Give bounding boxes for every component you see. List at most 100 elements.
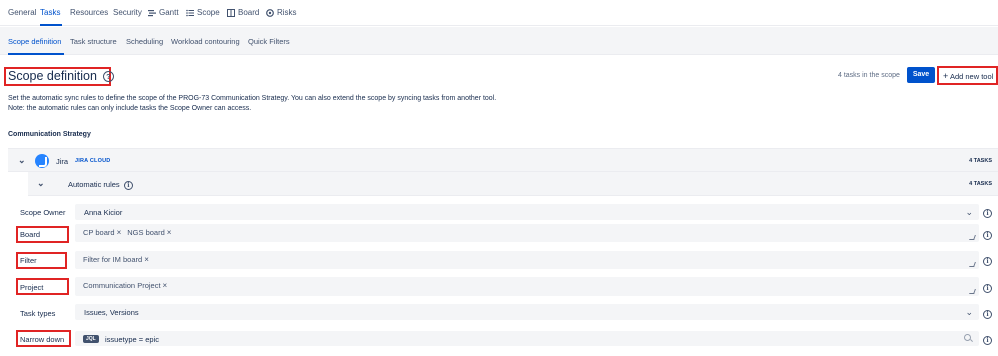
scope-owner-value: Anna Kicior bbox=[84, 208, 123, 217]
task-types-value: Issues, Versions bbox=[84, 308, 139, 317]
automatic-rules-label: Automatic rules i bbox=[68, 180, 133, 190]
filter-chip[interactable]: Filter for IM board × bbox=[83, 255, 149, 264]
tab-label: Gantt bbox=[159, 8, 179, 17]
active-tab-indicator bbox=[40, 24, 62, 26]
tool-name: Jira bbox=[56, 157, 69, 166]
filter-info-row: i bbox=[983, 256, 992, 266]
project-chips: Communication Project × bbox=[83, 281, 167, 290]
info-icon[interactable]: i bbox=[983, 284, 992, 293]
subtab-workload-contouring[interactable]: Workload contouring bbox=[171, 37, 240, 46]
tool-badge: JIRA CLOUD bbox=[75, 158, 111, 164]
tool-task-count: 4 TASKS bbox=[969, 158, 992, 164]
info-icon[interactable]: i bbox=[983, 336, 992, 345]
tool-row-jira[interactable]: ⌄ Jira JIRA CLOUD 4 TASKS bbox=[8, 148, 998, 172]
subtab-task-structure[interactable]: Task structure bbox=[70, 37, 117, 46]
tab-label: Scope bbox=[197, 8, 220, 17]
scope-owner-info-row: i bbox=[983, 208, 992, 218]
chevron-down-icon[interactable]: ⌄ bbox=[965, 207, 973, 218]
risks-icon bbox=[266, 8, 274, 17]
chevron-down-icon[interactable]: ⌄ bbox=[18, 155, 26, 166]
filter-chips: Filter for IM board × bbox=[83, 255, 149, 264]
save-button[interactable]: Save bbox=[907, 67, 935, 83]
active-subtab-indicator bbox=[8, 53, 64, 55]
chevron-down-icon[interactable]: ⌄ bbox=[965, 307, 973, 318]
tab-label: Board bbox=[238, 8, 260, 17]
subtab-scope-definition[interactable]: Scope definition bbox=[8, 37, 61, 46]
narrow-down-label: Narrow down bbox=[20, 335, 65, 344]
add-new-tool-label: Add new tool bbox=[949, 72, 994, 81]
filter-multiselect[interactable]: Filter for IM board × bbox=[75, 251, 979, 269]
tab-resources[interactable]: Resources bbox=[70, 8, 108, 17]
project-chip[interactable]: Communication Project × bbox=[83, 281, 167, 290]
board-info-row: i bbox=[983, 230, 992, 240]
resize-handle[interactable] bbox=[969, 262, 976, 267]
chip-label: Filter for IM board bbox=[83, 255, 143, 264]
tab-gantt[interactable]: Gantt bbox=[148, 8, 179, 17]
tab-label: Tasks bbox=[40, 8, 61, 17]
page-title-text: Scope definition bbox=[8, 69, 97, 83]
chip-label: CP board bbox=[83, 228, 115, 237]
tab-board[interactable]: Board bbox=[227, 8, 259, 17]
task-types-label: Task types bbox=[20, 309, 56, 318]
search-icon[interactable] bbox=[964, 334, 971, 341]
info-icon[interactable]: i bbox=[983, 257, 992, 266]
sub-navigation: Scope definition Task structure Scheduli… bbox=[0, 27, 998, 55]
info-icon[interactable]: i bbox=[983, 231, 992, 240]
tab-scope[interactable]: Scope bbox=[186, 8, 220, 17]
tab-label: General bbox=[8, 8, 37, 17]
help-icon[interactable]: ? bbox=[102, 70, 114, 82]
info-icon[interactable]: i bbox=[983, 209, 992, 218]
automatic-rules-row[interactable]: ⌄ Automatic rules i 4 TASKS bbox=[28, 172, 998, 196]
jql-value: issuetype = epic bbox=[105, 335, 159, 344]
project-info-row: i bbox=[983, 283, 992, 293]
jql-badge: JQL bbox=[83, 335, 99, 343]
chip-label: NGS board bbox=[127, 228, 165, 237]
rules-label-text: Automatic rules bbox=[68, 180, 120, 189]
board-label: Board bbox=[20, 230, 41, 239]
add-new-tool-button[interactable]: + Add new tool bbox=[943, 71, 993, 81]
tasks-in-scope-count: 4 tasks in the scope bbox=[838, 72, 900, 79]
scope-owner-select[interactable]: Anna Kicior ⌄ bbox=[75, 204, 979, 220]
tab-tasks[interactable]: Tasks bbox=[40, 8, 60, 17]
jira-logo-icon bbox=[35, 154, 49, 168]
gantt-icon bbox=[148, 9, 156, 16]
filter-label: Filter bbox=[20, 256, 37, 265]
subtab-scheduling[interactable]: Scheduling bbox=[126, 37, 163, 46]
jql-input[interactable]: JQL issuetype = epic bbox=[75, 331, 979, 346]
chip-label: Communication Project bbox=[83, 281, 161, 290]
tab-label: Security bbox=[113, 8, 142, 17]
chevron-down-icon[interactable]: ⌄ bbox=[37, 178, 45, 189]
tab-general[interactable]: General bbox=[8, 8, 36, 17]
narrow-down-info-row: i bbox=[983, 335, 992, 345]
resize-handle[interactable] bbox=[969, 289, 976, 294]
close-icon[interactable]: × bbox=[117, 228, 122, 237]
resize-handle[interactable] bbox=[969, 235, 976, 240]
scope-owner-label: Scope Owner bbox=[20, 208, 66, 217]
board-chip[interactable]: NGS board × bbox=[127, 228, 171, 237]
board-chip[interactable]: CP board × bbox=[83, 228, 121, 237]
project-label: Project bbox=[20, 283, 44, 292]
project-multiselect[interactable]: Communication Project × bbox=[75, 277, 979, 296]
tab-label: Resources bbox=[70, 8, 109, 17]
board-multiselect[interactable]: CP board × NGS board × bbox=[75, 224, 979, 242]
close-icon[interactable]: × bbox=[163, 281, 168, 290]
tab-label: Risks bbox=[277, 8, 297, 17]
close-icon[interactable]: × bbox=[144, 255, 149, 264]
board-icon bbox=[227, 8, 235, 17]
info-icon[interactable]: i bbox=[983, 310, 992, 319]
section-title: Communication Strategy bbox=[8, 131, 91, 138]
close-icon[interactable]: × bbox=[167, 228, 172, 237]
board-chips: CP board × NGS board × bbox=[83, 228, 171, 237]
task-types-select[interactable]: Issues, Versions ⌄ bbox=[75, 304, 979, 320]
page-title: Scope definition ? bbox=[8, 69, 114, 83]
subtab-quick-filters[interactable]: Quick Filters bbox=[248, 37, 290, 46]
tab-security[interactable]: Security bbox=[113, 8, 142, 17]
top-navigation: General Tasks Resources Security Gantt S… bbox=[0, 0, 998, 26]
scope-description: Set the automatic sync rules to define t… bbox=[8, 95, 497, 112]
task-types-info-row: i bbox=[983, 309, 992, 319]
list-icon bbox=[186, 9, 194, 16]
info-icon[interactable]: i bbox=[123, 181, 133, 190]
tab-risks[interactable]: Risks bbox=[266, 8, 297, 17]
plus-icon: + bbox=[943, 71, 949, 81]
rules-task-count: 4 TASKS bbox=[969, 181, 992, 187]
